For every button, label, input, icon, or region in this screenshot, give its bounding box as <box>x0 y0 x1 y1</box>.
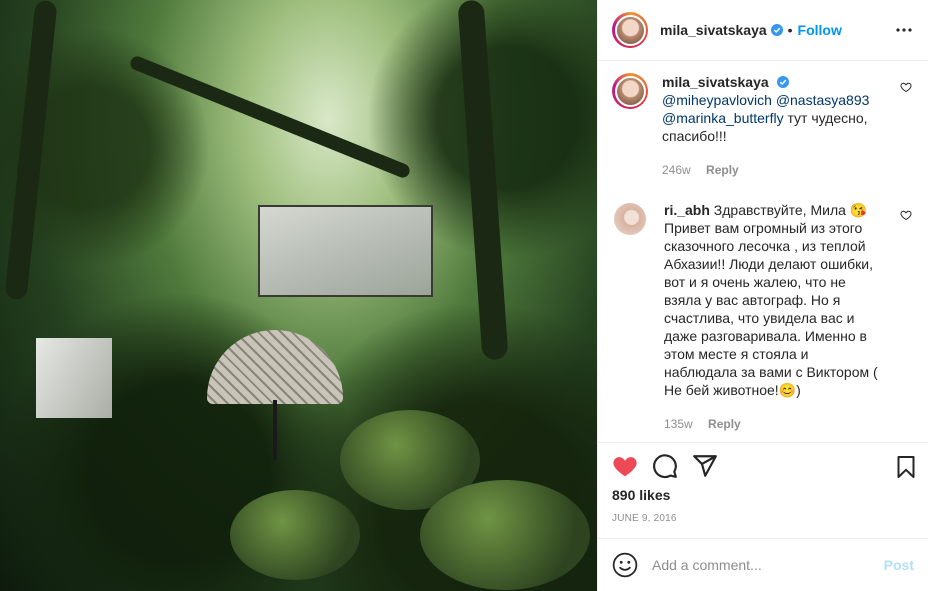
verified-badge-icon <box>776 76 789 88</box>
smiley-icon[interactable] <box>612 552 638 578</box>
avatar-image <box>614 14 646 46</box>
comment-age: 135w <box>664 417 693 431</box>
instagram-post-view: mila_sivatskaya • Follow mila_sivatskaya <box>0 0 928 591</box>
photo-umbrella-pole <box>273 400 277 460</box>
heart-filled-icon[interactable] <box>612 453 638 479</box>
comment-username[interactable]: mila_sivatskaya <box>662 74 769 90</box>
comments-list[interactable]: mila_sivatskaya @miheypavlovich @nastasy… <box>598 61 928 442</box>
more-horizontal-icon[interactable] <box>894 22 914 38</box>
paper-plane-icon[interactable] <box>692 453 718 479</box>
author-username[interactable]: mila_sivatskaya <box>660 22 767 38</box>
avatar-image <box>614 75 646 107</box>
photo-mossy-rock <box>420 480 590 590</box>
post-side-panel: mila_sivatskaya • Follow mila_sivatskaya <box>597 0 928 591</box>
comment-input[interactable] <box>652 557 884 573</box>
comment-username[interactable]: ri._abh <box>664 202 710 218</box>
header-separator: • <box>787 22 793 38</box>
comment-avatar[interactable] <box>614 203 646 235</box>
reply-button[interactable]: Reply <box>706 163 739 177</box>
post-header: mila_sivatskaya • Follow <box>598 0 928 61</box>
verified-badge-icon <box>770 24 783 36</box>
comment-text: Здравствуйте, Мила 😘 Привет вам огромный… <box>664 202 878 398</box>
post-date[interactable]: JUNE 9, 2016 <box>612 513 914 524</box>
author-avatar[interactable] <box>612 12 648 48</box>
post-comment-button[interactable]: Post <box>884 557 914 573</box>
comment-age: 246w <box>662 163 691 177</box>
reply-button[interactable]: Reply <box>708 417 741 431</box>
comment-body: ri._abh Здравствуйте, Мила 😘 Привет вам … <box>664 201 884 433</box>
comment-item: mila_sivatskaya @miheypavlovich @nastasy… <box>612 67 912 179</box>
bookmark-icon[interactable] <box>894 455 918 479</box>
follow-button[interactable]: Follow <box>798 22 842 38</box>
comment-mention[interactable]: @marinka_butterfly <box>662 110 784 126</box>
photo-mossy-rock <box>230 490 360 580</box>
post-photo[interactable] <box>0 0 597 591</box>
comment-meta: 135w Reply <box>664 415 884 433</box>
add-comment-bar: Post <box>598 538 928 591</box>
comment-item: ri._abh Здравствуйте, Мила 😘 Привет вам … <box>612 195 912 433</box>
comment-meta: 246w Reply <box>662 161 882 179</box>
comment-body: mila_sivatskaya @miheypavlovich @nastasy… <box>662 73 882 179</box>
comment-like-heart-icon[interactable] <box>900 209 912 221</box>
photo-diffusion-screen <box>258 205 433 297</box>
comment-like-heart-icon[interactable] <box>900 81 912 93</box>
photo-reflector <box>36 338 112 418</box>
comment-mention[interactable]: @nastasya893 <box>776 92 870 108</box>
comment-mention[interactable]: @miheypavlovich <box>662 92 772 108</box>
comment-avatar[interactable] <box>612 73 648 109</box>
action-icon-row <box>612 453 914 479</box>
likes-count[interactable]: 890 likes <box>612 487 914 503</box>
comment-bubble-icon[interactable] <box>652 453 678 479</box>
post-actions: 890 likes JUNE 9, 2016 <box>598 442 928 538</box>
